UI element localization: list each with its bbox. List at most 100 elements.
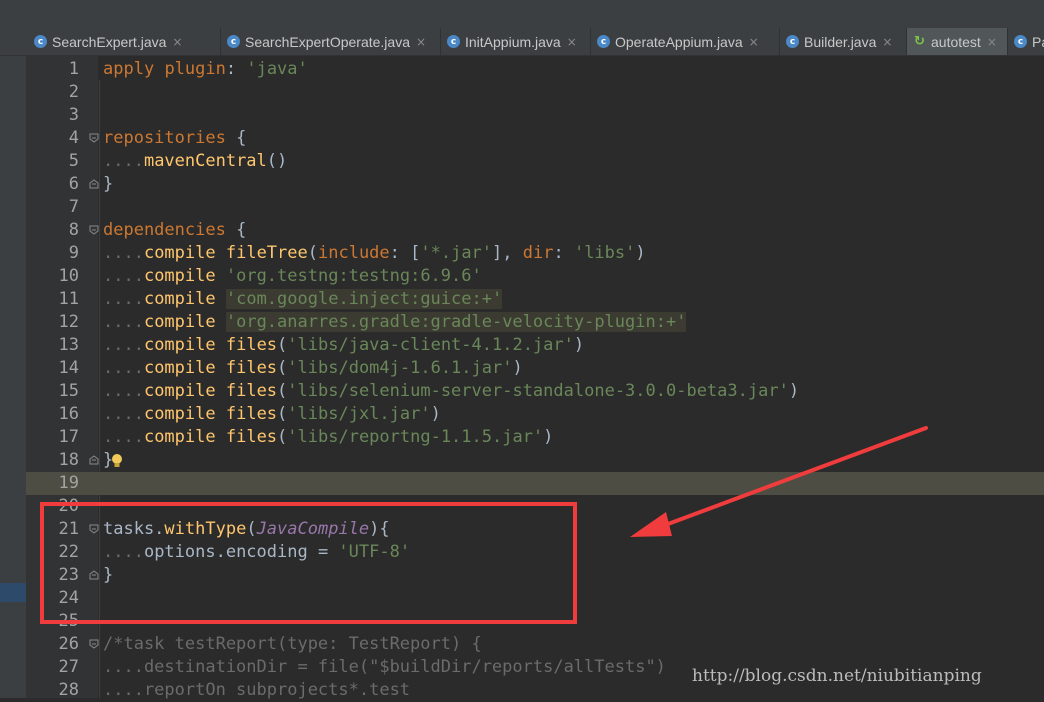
highlight-annotation-box [40, 502, 577, 624]
line-number: 26 [58, 634, 79, 654]
code-token: ) [788, 381, 800, 401]
code-text: ....destinationDir = file("$buildDir/rep… [103, 656, 666, 679]
code-line[interactable]: 8 dependencies { [26, 219, 1044, 242]
code-token: ( [277, 358, 288, 378]
code-line[interactable]: 13 ....compile files('libs/java-client-4.… [26, 334, 1044, 357]
code-line[interactable]: 19 [26, 472, 1044, 495]
close-tab-icon[interactable]: × [567, 35, 577, 49]
java-class-icon: c [227, 35, 240, 48]
fold-close-icon[interactable] [89, 455, 99, 465]
code-token: files [225, 358, 278, 378]
line-number: 18 [58, 450, 79, 470]
code-line[interactable]: 15 ....compile files('libs/selenium-serve… [26, 380, 1044, 403]
code-token: .... [103, 289, 144, 309]
line-number: 6 [68, 174, 79, 194]
line-number: 2 [68, 82, 79, 102]
code-line[interactable]: 4 repositories { [26, 127, 1044, 150]
code-token: files [225, 427, 278, 447]
code-token: ....destinationDir = file("$buildDir/rep… [103, 657, 666, 677]
code-token: ) [430, 404, 441, 424]
tab-1[interactable]: c SearchExpert.java × [28, 28, 221, 55]
line-number: 5 [68, 151, 79, 171]
code-token: 'java' [246, 59, 308, 79]
code-text: ....compile files('libs/reportng-1.1.5.j… [103, 426, 553, 449]
code-text: ....compile 'org.anarres.gradle:gradle-v… [103, 311, 687, 334]
code-token: compile [143, 427, 216, 447]
tab-4[interactable]: c OperateAppium.java × [591, 28, 780, 55]
code-line[interactable]: 2 [26, 81, 1044, 104]
line-number: 12 [58, 312, 79, 332]
tab-label: SearchExpertOperate.java [245, 33, 410, 50]
top-toolbar [0, 0, 1044, 28]
tab-label: autotest [931, 33, 981, 50]
code-token: } [103, 174, 114, 194]
code-line[interactable]: 17 ....compile files('libs/reportng-1.1.5… [26, 426, 1044, 449]
code-token: { [225, 220, 247, 240]
code-token: ( [277, 404, 288, 424]
fold-close-icon[interactable] [89, 179, 99, 189]
code-token: ) [635, 243, 646, 263]
code-line[interactable]: 11 ....compile 'com.google.inject:guice:+… [26, 288, 1044, 311]
line-number: 10 [58, 266, 79, 286]
code-token: 'libs/selenium-server-standalone-3.0.0-b… [287, 381, 789, 401]
code-token: 'org.anarres.gradle:gradle-velocity-plug… [225, 312, 687, 332]
code-token: mavenCentral [143, 151, 267, 171]
code-text: ....compile fileTree(include: ['*.jar'],… [103, 242, 646, 265]
line-number: 27 [58, 657, 79, 677]
tab-label: InitAppium.java [465, 33, 561, 50]
code-line[interactable]: 14 ....compile files('libs/dom4j-1.6.1.ja… [26, 357, 1044, 380]
tab-label: SearchExpert.java [52, 33, 167, 50]
code-token: include [318, 243, 390, 263]
code-line[interactable]: 16 ....compile files('libs/jxl.jar') [26, 403, 1044, 426]
code-line[interactable]: 5 ....mavenCentral() [26, 150, 1044, 173]
code-line[interactable]: 9 ....compile fileTree(include: ['*.jar']… [26, 242, 1044, 265]
code-token: apply [103, 59, 155, 79]
fold-open-icon[interactable] [89, 639, 99, 649]
code-text: apply plugin: 'java' [103, 58, 308, 81]
code-line[interactable]: 7 [26, 196, 1044, 219]
code-line[interactable]: 6} [26, 173, 1044, 196]
code-token: ) [573, 335, 585, 355]
lightbulb-icon[interactable] [110, 453, 124, 469]
close-tab-icon[interactable]: × [416, 35, 426, 49]
code-token: plugin [164, 59, 226, 79]
code-line[interactable]: 10 ....compile 'org.testng:testng:6.9.6' [26, 265, 1044, 288]
tab-6[interactable]: ↻ autotest × [907, 28, 1008, 55]
code-token: .... [103, 151, 144, 171]
code-token: .... [103, 243, 144, 263]
code-line[interactable]: 12 ....compile 'org.anarres.gradle:gradle… [26, 311, 1044, 334]
tab-label: OperateAppium.java [615, 33, 743, 50]
code-token: .... [103, 404, 144, 424]
java-class-icon: c [34, 35, 47, 48]
code-text: ....compile files('libs/jxl.jar') [103, 403, 441, 426]
tab-3[interactable]: c InitAppium.java × [441, 28, 591, 55]
code-text: ....mavenCentral() [103, 150, 287, 173]
code-token: compile [143, 266, 216, 286]
close-tab-icon[interactable]: × [172, 35, 182, 49]
close-tab-icon[interactable]: × [882, 35, 892, 49]
code-token: ( [277, 381, 288, 401]
code-token: ( [277, 335, 288, 355]
code-token: .... [103, 312, 144, 332]
code-text: dependencies { [103, 219, 246, 242]
tab-5[interactable]: c Builder.java × [780, 28, 907, 55]
close-tab-icon[interactable]: × [987, 35, 997, 49]
code-line[interactable]: 18} [26, 449, 1044, 472]
code-token: .... [103, 266, 144, 286]
code-token: 'com.google.inject:guice:+' [225, 289, 503, 309]
code-line[interactable]: 26 /*task testReport(type: TestReport) { [26, 633, 1044, 656]
fold-open-icon[interactable] [89, 225, 99, 235]
code-token: compile [143, 335, 216, 355]
editor-tab-bar: ⊩ cSearchExpert.java×cSearchExpertOperat… [0, 28, 1044, 56]
code-token: repositories [103, 128, 226, 148]
tab-2[interactable]: c SearchExpertOperate.java × [221, 28, 441, 55]
fold-open-icon[interactable] [89, 133, 99, 143]
tab-7[interactable]: c Pag [1008, 28, 1044, 55]
code-line[interactable]: 3 [26, 104, 1044, 127]
code-line[interactable]: 1 apply plugin: 'java' [26, 58, 1044, 81]
close-tab-icon[interactable]: × [749, 35, 759, 49]
